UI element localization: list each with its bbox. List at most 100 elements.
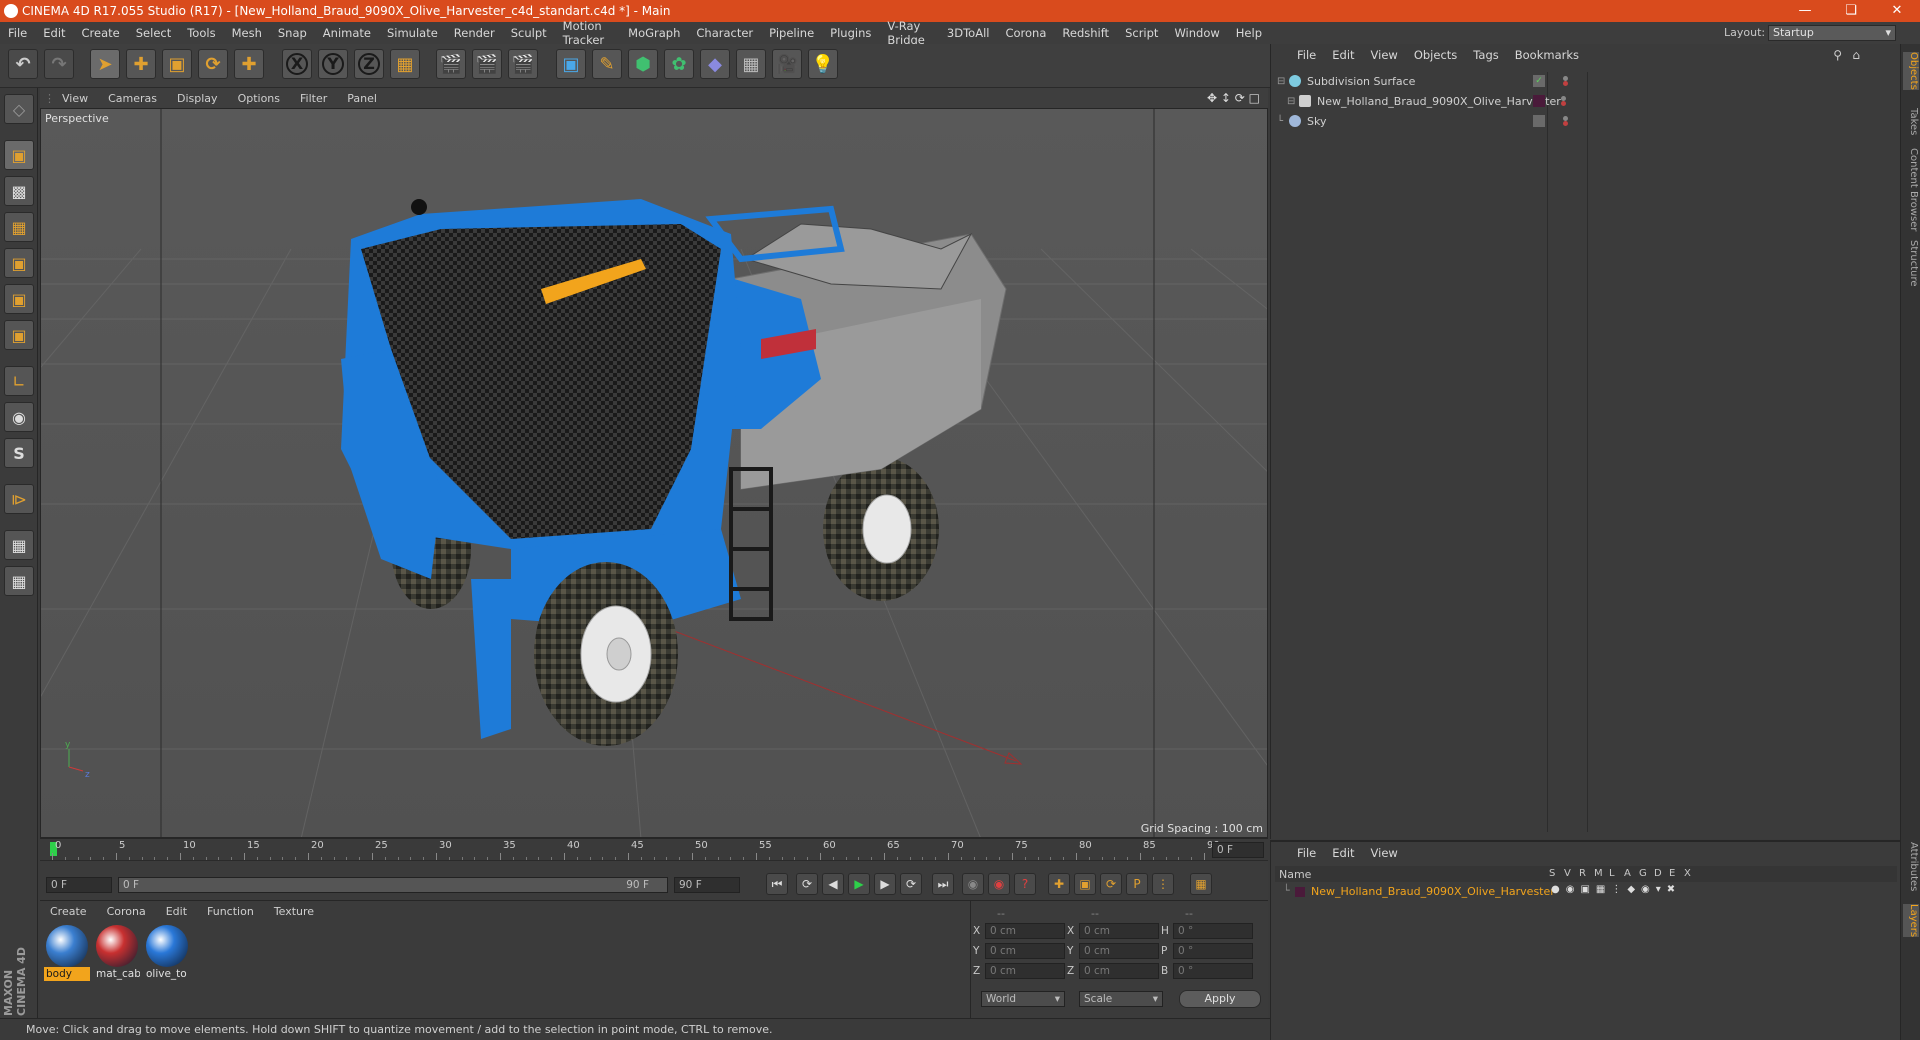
transform-button[interactable]: ✚ [234,49,264,79]
current-frame-field[interactable]: 0 F [1212,842,1264,858]
floor-button[interactable]: ▦ [736,49,766,79]
render-picture-viewer-button[interactable]: 🎬 [472,49,502,79]
menu-item-redshift[interactable]: Redshift [1054,26,1117,40]
edit-render-settings-button[interactable]: 🎬 [508,49,538,79]
menu-item-motion-tracker[interactable]: Motion Tracker [555,19,620,47]
object-menu-bookmarks[interactable]: Bookmarks [1507,48,1587,62]
menu-item-v-ray-bridge[interactable]: V-Ray Bridge [879,19,939,47]
viewport-menu-filter[interactable]: Filter [290,92,337,105]
go-to-previous-keyframe-button[interactable]: ⟳ [796,873,818,895]
coord-value-field[interactable]: 0 cm [1079,923,1159,939]
menu-item-sculpt[interactable]: Sculpt [503,26,555,40]
perspective-viewport[interactable]: y z Perspective Grid Spacing : 100 cm [40,108,1268,838]
layer-flag-d[interactable]: D [1654,868,1662,879]
viewport-menu-options[interactable]: Options [228,92,290,105]
coord-value-field[interactable]: 0 ° [1173,923,1253,939]
viewport-menu-display[interactable]: Display [167,92,228,105]
cloner-button[interactable]: ✿ [664,49,694,79]
material-body[interactable]: body [44,925,90,987]
layer-flag-e[interactable]: E [1669,868,1675,879]
z-axis-lock-button[interactable]: Z [354,49,384,79]
cube-primitive-button[interactable]: ▣ [556,49,586,79]
coordinate-system-button[interactable]: ▦ [390,49,420,79]
menu-item-tools[interactable]: Tools [179,26,223,40]
menu-item-snap[interactable]: Snap [270,26,315,40]
layer-menu-edit[interactable]: Edit [1324,846,1362,860]
menu-item-simulate[interactable]: Simulate [379,26,446,40]
texture-mode-button[interactable]: ▩ [4,176,34,206]
layer-color-swatch[interactable] [1533,95,1545,107]
edges-mode-button[interactable]: ▣ [4,284,34,314]
deformer-button[interactable]: ◆ [700,49,730,79]
coord-value-field[interactable]: 0 cm [1079,963,1159,979]
record-parameter-button[interactable]: P [1126,873,1148,895]
go-to-end-button[interactable]: ⏭ [932,873,954,895]
go-to-start-button[interactable]: ⏮ [766,873,788,895]
layer-flag-l[interactable]: L [1609,868,1615,879]
points-mode-button[interactable]: ▣ [4,248,34,278]
layout-select[interactable]: Startup ▾ [1768,25,1896,41]
autokeying-button[interactable]: ◉ [988,873,1010,895]
model-mode-button[interactable]: ▣ [4,140,34,170]
menu-item-script[interactable]: Script [1117,26,1166,40]
render-view-button[interactable]: 🎬 [436,49,466,79]
record-pla-button[interactable]: ⋮ [1152,873,1174,895]
polygons-mode-button[interactable]: ▣ [4,320,34,350]
end-frame-field[interactable]: 90 F [674,877,740,893]
coord-value-field[interactable]: 0 ° [1173,943,1253,959]
menu-item-file[interactable]: File [0,26,35,40]
lock-workplane-button[interactable]: ▦ [4,530,34,560]
workplane-button[interactable]: ▦ [4,566,34,596]
scale-button[interactable]: ▣ [162,49,192,79]
light-button[interactable]: 💡 [808,49,838,79]
coord-value-field[interactable]: 0 cm [985,943,1065,959]
pen-spline-button[interactable]: ✎ [592,49,622,79]
undo-button[interactable]: ↶ [8,49,38,79]
snap-button[interactable]: S [4,438,34,468]
x-axis-lock-button[interactable]: X [282,49,312,79]
workplane-mode-button[interactable]: ▦ [4,212,34,242]
visibility-dots[interactable] [1549,96,1585,106]
layer-flag-m[interactable]: M [1594,868,1603,879]
tab-layers[interactable]: Layers [1903,904,1919,938]
expand-toggle-icon[interactable]: ⊟ [1277,76,1289,87]
tab-objects[interactable]: Objects [1903,52,1919,90]
layer-flag-s[interactable]: S [1549,868,1555,879]
record-active-objects-button[interactable]: ◉ [962,873,984,895]
coord-value-field[interactable]: 0 cm [985,963,1065,979]
layer-flag-x[interactable]: X [1684,868,1691,879]
record-scale-button[interactable]: ▣ [1074,873,1096,895]
viewport-menu-cameras[interactable]: Cameras [98,92,167,105]
menu-item-mesh[interactable]: Mesh [224,26,270,40]
layer-color-swatch[interactable] [1295,887,1305,897]
menu-item-window[interactable]: Window [1166,26,1227,40]
menu-item-create[interactable]: Create [74,26,128,40]
material-mat-cab[interactable]: mat_cab [94,925,140,987]
coord-value-field[interactable]: 0 cm [985,923,1065,939]
subdivision-surface-button[interactable]: ⬢ [628,49,658,79]
start-frame-field[interactable]: 0 F [46,877,112,893]
timeline-window-button[interactable]: ▦ [1190,873,1212,895]
viewport-menu-view[interactable]: View [52,92,98,105]
play-button[interactable]: ▶ [848,873,870,895]
search-icon[interactable]: ⚲ [1833,48,1842,62]
menu-item-help[interactable]: Help [1228,26,1270,40]
layer-flag-a[interactable]: A [1624,868,1631,879]
object-menu-tags[interactable]: Tags [1465,48,1506,62]
viewport-menu-panel[interactable]: Panel [337,92,387,105]
restore-icon[interactable]: ❏ [1828,0,1874,22]
layer-row[interactable]: └ New_Holland_Braud_9090X_Olive_Harveste… [1275,884,1897,900]
object-menu-objects[interactable]: Objects [1406,48,1465,62]
size-mode-select[interactable]: Scale ▾ [1079,991,1163,1007]
magnet-icon[interactable]: ⧐ [4,484,34,514]
layer-flag-icons[interactable]: ●◉▣▦⋮◆◉▾✖ [1551,884,1681,895]
rotate-button[interactable]: ⟳ [198,49,228,79]
coord-value-field[interactable]: 0 ° [1173,963,1253,979]
live-selection-button[interactable]: ➤ [90,49,120,79]
object-menu-file[interactable]: File [1289,48,1324,62]
axis-mode-button[interactable]: ∟ [4,366,34,396]
minimize-icon[interactable]: — [1782,0,1828,22]
visibility-dots[interactable] [1551,116,1587,126]
home-icon[interactable]: ⌂ [1852,48,1860,62]
menu-item-render[interactable]: Render [446,26,503,40]
